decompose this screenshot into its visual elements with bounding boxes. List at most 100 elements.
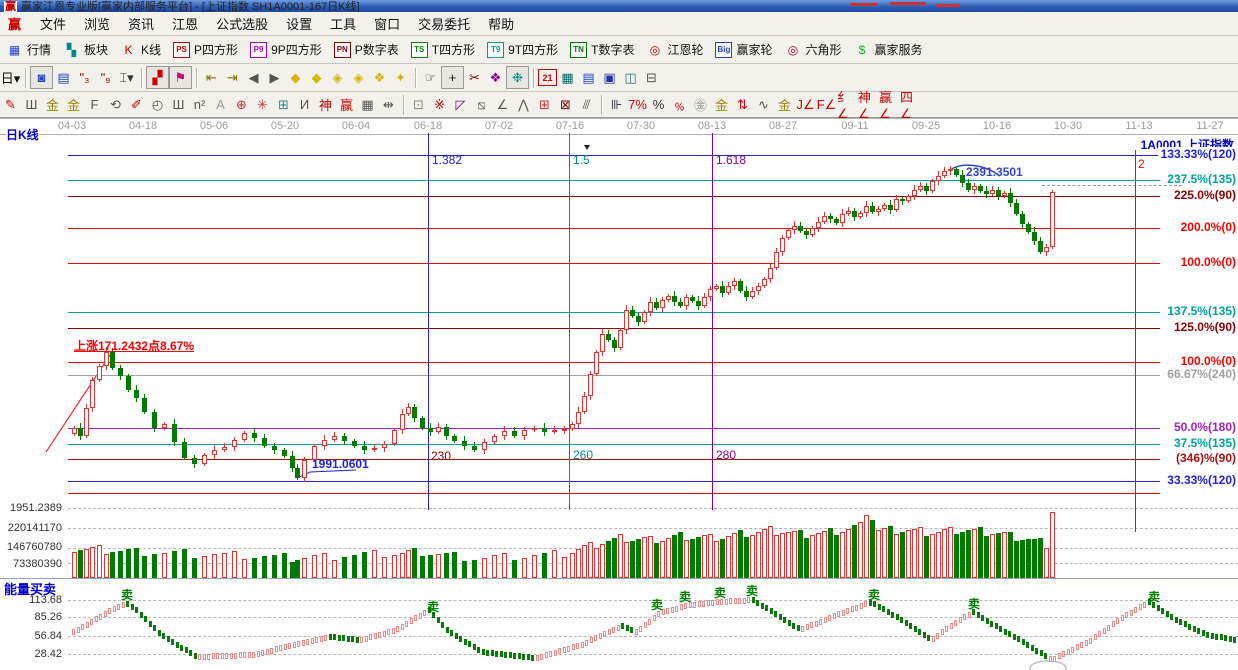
- volume-bar[interactable]: [636, 539, 641, 578]
- candle[interactable]: [1020, 214, 1025, 224]
- volume-bar[interactable]: [666, 538, 671, 578]
- volume-bar[interactable]: [828, 528, 833, 578]
- candle[interactable]: [252, 433, 257, 438]
- candle[interactable]: [966, 183, 971, 190]
- volume-bar[interactable]: [612, 538, 617, 578]
- candle[interactable]: [606, 334, 611, 340]
- volume-bar[interactable]: [352, 555, 357, 578]
- candle[interactable]: [272, 446, 277, 450]
- volume-bar[interactable]: [72, 552, 77, 578]
- volume-bar[interactable]: [744, 537, 749, 578]
- volume-bar[interactable]: [660, 541, 665, 578]
- candle[interactable]: [290, 456, 295, 468]
- candle[interactable]: [846, 211, 851, 214]
- candle[interactable]: [834, 219, 839, 223]
- candle[interactable]: [672, 296, 677, 302]
- volume-bar[interactable]: [1020, 540, 1025, 578]
- volume-bar[interactable]: [678, 532, 683, 578]
- volume-bar[interactable]: [948, 527, 953, 578]
- candle[interactable]: [1044, 247, 1049, 252]
- volume-bar[interactable]: [822, 531, 827, 578]
- volume-bar[interactable]: [1050, 512, 1055, 578]
- volume-bar[interactable]: [332, 560, 337, 578]
- volume-bar[interactable]: [134, 548, 139, 578]
- candle[interactable]: [744, 291, 749, 297]
- volume-bar[interactable]: [192, 558, 197, 578]
- candle[interactable]: [90, 380, 95, 408]
- candle[interactable]: [420, 418, 425, 428]
- candle[interactable]: [684, 297, 689, 306]
- candle[interactable]: [900, 199, 905, 201]
- volume-bar[interactable]: [362, 552, 367, 578]
- candle[interactable]: [690, 297, 695, 301]
- volume-bar[interactable]: [642, 537, 647, 578]
- volume-bar[interactable]: [502, 553, 507, 578]
- volume-bar[interactable]: [774, 535, 779, 578]
- volume-bar[interactable]: [428, 555, 433, 578]
- volume-bar[interactable]: [232, 551, 237, 578]
- volume-bar[interactable]: [1032, 539, 1037, 578]
- candle[interactable]: [212, 450, 217, 455]
- candle[interactable]: [126, 376, 131, 390]
- volume-bar[interactable]: [738, 530, 743, 578]
- candle[interactable]: [444, 427, 449, 436]
- volume-bar[interactable]: [522, 558, 527, 578]
- volume-bar[interactable]: [846, 529, 851, 578]
- volume-bar[interactable]: [606, 541, 611, 578]
- volume-bar[interactable]: [462, 561, 467, 578]
- volume-bar[interactable]: [295, 560, 300, 578]
- candle[interactable]: [1014, 203, 1019, 214]
- candle[interactable]: [295, 468, 300, 478]
- volume-bar[interactable]: [1002, 532, 1007, 578]
- candle[interactable]: [930, 181, 935, 191]
- volume-bar[interactable]: [562, 557, 567, 578]
- volume-bar[interactable]: [630, 541, 635, 578]
- volume-bar[interactable]: [810, 535, 815, 578]
- volume-bar[interactable]: [690, 539, 695, 578]
- candle[interactable]: [392, 430, 397, 444]
- volume-bar[interactable]: [888, 526, 893, 578]
- volume-bar[interactable]: [406, 550, 411, 578]
- candle[interactable]: [840, 214, 845, 223]
- volume-bar[interactable]: [282, 553, 287, 578]
- volume-bar[interactable]: [648, 536, 653, 578]
- volume-bar[interactable]: [942, 529, 947, 578]
- volume-bar[interactable]: [342, 557, 347, 578]
- candle[interactable]: [936, 176, 941, 181]
- volume-bar[interactable]: [786, 532, 791, 578]
- volume-bar[interactable]: [720, 539, 725, 578]
- candle[interactable]: [648, 302, 653, 312]
- candle[interactable]: [362, 446, 367, 450]
- volume-bar[interactable]: [780, 533, 785, 578]
- candle[interactable]: [762, 279, 767, 286]
- candle[interactable]: [972, 186, 977, 190]
- candle[interactable]: [522, 430, 527, 436]
- volume-bar[interactable]: [512, 560, 517, 578]
- candle[interactable]: [282, 450, 287, 456]
- candle[interactable]: [906, 196, 911, 201]
- candle[interactable]: [720, 286, 725, 293]
- candle[interactable]: [624, 310, 629, 330]
- candle[interactable]: [870, 206, 875, 212]
- candle[interactable]: [660, 300, 665, 308]
- volume-bar[interactable]: [900, 532, 905, 578]
- volume-bar[interactable]: [104, 554, 109, 578]
- volume-bar[interactable]: [302, 558, 307, 578]
- candle[interactable]: [452, 436, 457, 441]
- volume-bar[interactable]: [726, 536, 731, 578]
- candle[interactable]: [984, 191, 989, 194]
- volume-bar[interactable]: [708, 534, 713, 578]
- volume-bar[interactable]: [1014, 541, 1019, 578]
- volume-bar[interactable]: [624, 542, 629, 578]
- volume-bar[interactable]: [272, 555, 277, 578]
- candle[interactable]: [142, 398, 147, 412]
- volume-bar[interactable]: [768, 526, 773, 578]
- volume-bar[interactable]: [436, 554, 441, 578]
- candle[interactable]: [780, 238, 785, 252]
- candle[interactable]: [612, 340, 617, 348]
- volume-bar[interactable]: [90, 547, 95, 578]
- candle[interactable]: [222, 447, 227, 450]
- candle[interactable]: [134, 390, 139, 398]
- volume-bar[interactable]: [954, 534, 959, 578]
- candle[interactable]: [192, 458, 197, 464]
